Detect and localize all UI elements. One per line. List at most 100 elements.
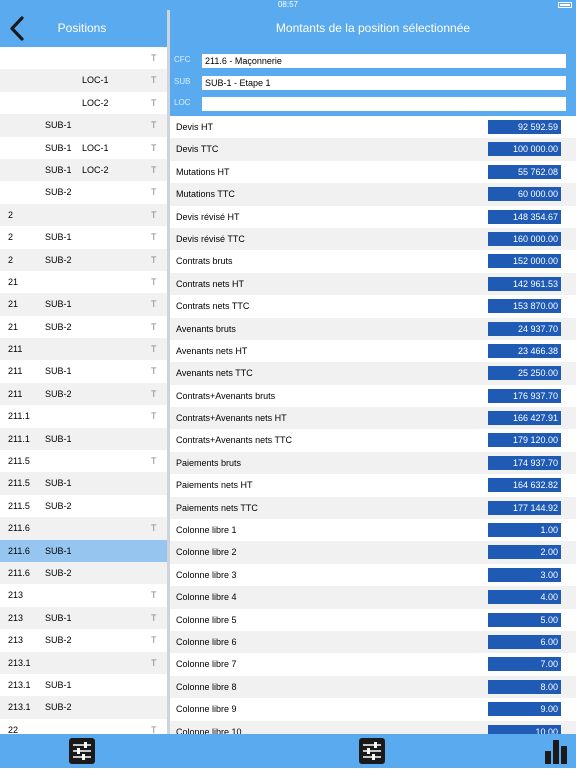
amount-value[interactable]: 160 000.00 <box>488 231 561 246</box>
loc-label: LOC <box>174 98 191 107</box>
amount-value[interactable]: 9.00 <box>488 702 561 717</box>
amount-value[interactable]: 166 427.91 <box>488 411 561 426</box>
battery-icon <box>558 2 572 8</box>
position-cfc: 213 <box>8 590 24 601</box>
amount-value[interactable]: 176 937.70 <box>488 388 561 403</box>
position-row[interactable]: 211.6 SUB-2 <box>0 561 167 585</box>
amount-value[interactable]: 177 144.92 <box>488 500 561 515</box>
amount-value[interactable]: 152 000.00 <box>488 254 561 269</box>
position-sub: SUB-2 <box>45 635 72 646</box>
amount-row: Mutations TTC 60 000.00 <box>170 183 576 206</box>
amount-value[interactable]: 142 961.53 <box>488 276 561 291</box>
position-cfc: 211.6 <box>8 567 30 578</box>
position-row[interactable]: 211.1 T <box>0 405 167 427</box>
position-row[interactable]: SUB-2 T <box>0 181 167 203</box>
position-row[interactable]: 211.5 SUB-1 <box>0 472 167 495</box>
position-row[interactable]: 213 SUB-1 T <box>0 606 167 630</box>
amount-label: Avenants nets TTC <box>176 368 253 379</box>
amount-value[interactable]: 2.00 <box>488 545 561 560</box>
position-row[interactable]: 2T <box>0 203 167 227</box>
amount-value[interactable]: 60 000.00 <box>488 187 561 202</box>
position-row[interactable]: 21 SUB-1 T <box>0 293 167 316</box>
amount-value[interactable]: 7.00 <box>488 657 561 672</box>
position-flag: T <box>151 209 157 220</box>
amount-row: Colonne libre 2 2.00 <box>170 541 576 564</box>
left-settings-button[interactable] <box>68 737 96 765</box>
amount-value[interactable]: 55 762.08 <box>488 164 561 179</box>
position-row[interactable]: 213.1 SUB-2 <box>0 696 167 719</box>
position-cfc: 211.6 <box>8 545 30 556</box>
amount-label: Avenants bruts <box>176 323 236 334</box>
status-time: 08:57 <box>277 0 299 9</box>
position-flag: T <box>151 411 157 422</box>
right-settings-button[interactable] <box>358 737 386 765</box>
position-flag: T <box>151 276 157 287</box>
position-row[interactable]: 211 SUB-2 T <box>0 382 167 406</box>
position-sub: SUB-1 <box>45 433 72 444</box>
position-row[interactable]: SUB-1 LOC-1 T <box>0 137 167 159</box>
amounts-header: Montants de la position sélectionnée <box>170 10 576 47</box>
position-row[interactable]: 2 SUB-2 T <box>0 248 167 271</box>
amount-row: Colonne libre 7 7.00 <box>170 653 576 675</box>
position-row[interactable]: SUB-1 LOC-2 T <box>0 158 167 182</box>
amount-value[interactable]: 174 937.70 <box>488 455 561 470</box>
position-row[interactable]: 21 T <box>0 271 167 293</box>
position-row[interactable]: 22 T <box>0 719 167 734</box>
position-sub: SUB-1 <box>45 366 72 377</box>
amount-value[interactable]: 23 466.38 <box>488 343 561 358</box>
position-row[interactable]: 213.1 T <box>0 651 167 674</box>
position-row[interactable]: 2 SUB-1 T <box>0 226 167 248</box>
loc-value[interactable] <box>202 97 566 111</box>
position-cfc: 2 <box>8 209 14 220</box>
amount-value[interactable]: 92 592.59 <box>488 120 561 134</box>
amount-value[interactable]: 148 354.67 <box>488 209 561 224</box>
position-flag: T <box>151 321 157 332</box>
amount-row: Devis révisé TTC 160 000.00 <box>170 227 576 251</box>
amount-value[interactable]: 25 250.00 <box>488 366 561 381</box>
position-row[interactable]: SUB-1 T <box>0 114 167 137</box>
position-row[interactable]: 213.1 SUB-1 <box>0 674 167 696</box>
chart-button[interactable] <box>542 737 570 765</box>
positions-list[interactable]: T LOC-1 T LOC-2 T SUB-1 T SUB-1 LOC-1 T SUB-1 LOC-2… <box>0 47 167 734</box>
amount-value[interactable]: 3.00 <box>488 567 561 582</box>
amount-value[interactable]: 24 937.70 <box>488 321 561 336</box>
position-row[interactable]: 211.5 T <box>0 450 167 472</box>
position-sub: SUB-2 <box>45 254 72 265</box>
position-row[interactable]: 213 T <box>0 584 167 606</box>
position-row[interactable]: 21 SUB-2 T <box>0 316 167 338</box>
position-flag: T <box>151 120 157 131</box>
amount-label: Contrats+Avenants nets TTC <box>176 435 292 446</box>
position-cfc: 211.5 <box>8 478 30 489</box>
position-row[interactable]: 211 SUB-1 T <box>0 360 167 382</box>
position-row[interactable]: LOC-1 T <box>0 69 167 92</box>
amount-value[interactable]: 179 120.00 <box>488 433 561 448</box>
cfc-value[interactable]: 211.6 - Maçonnerie <box>202 54 566 68</box>
position-flag: T <box>151 388 157 399</box>
amount-value[interactable]: 5.00 <box>488 612 561 627</box>
position-row[interactable]: 211 T <box>0 338 167 361</box>
position-row[interactable]: 213 SUB-2 T <box>0 629 167 651</box>
position-sub: SUB-1 <box>45 679 72 690</box>
amount-value[interactable]: 164 632.82 <box>488 478 561 493</box>
amount-row: Contrats+Avenants nets HT 166 427.91 <box>170 407 576 430</box>
position-row[interactable]: 211.6 T <box>0 517 167 540</box>
amount-label: Colonne libre 3 <box>176 569 237 580</box>
position-row[interactable]: 211.1 SUB-1 <box>0 427 167 451</box>
amount-label: Contrats+Avenants bruts <box>176 390 276 401</box>
back-button[interactable] <box>4 12 32 45</box>
amount-value[interactable]: 100 000.00 <box>488 142 561 157</box>
position-row[interactable]: LOC-2 T <box>0 92 167 114</box>
amount-value[interactable]: 10.00 <box>488 724 561 734</box>
position-row[interactable]: T <box>0 47 167 69</box>
amount-value[interactable]: 1.00 <box>488 523 561 538</box>
position-row[interactable]: 211.5 SUB-2 <box>0 495 167 517</box>
sub-value[interactable]: SUB-1 - Etape 1 <box>202 76 566 90</box>
amount-value[interactable]: 4.00 <box>488 590 561 605</box>
amount-value[interactable]: 6.00 <box>488 634 561 649</box>
amount-value[interactable]: 8.00 <box>488 679 561 694</box>
position-row[interactable]: 211.6 SUB-1 <box>0 539 167 562</box>
position-cfc: 211.1 <box>8 433 30 444</box>
amount-row: Devis révisé HT 148 354.67 <box>170 206 576 228</box>
amount-label: Colonne libre 7 <box>176 659 237 670</box>
amount-value[interactable]: 153 870.00 <box>488 299 561 314</box>
